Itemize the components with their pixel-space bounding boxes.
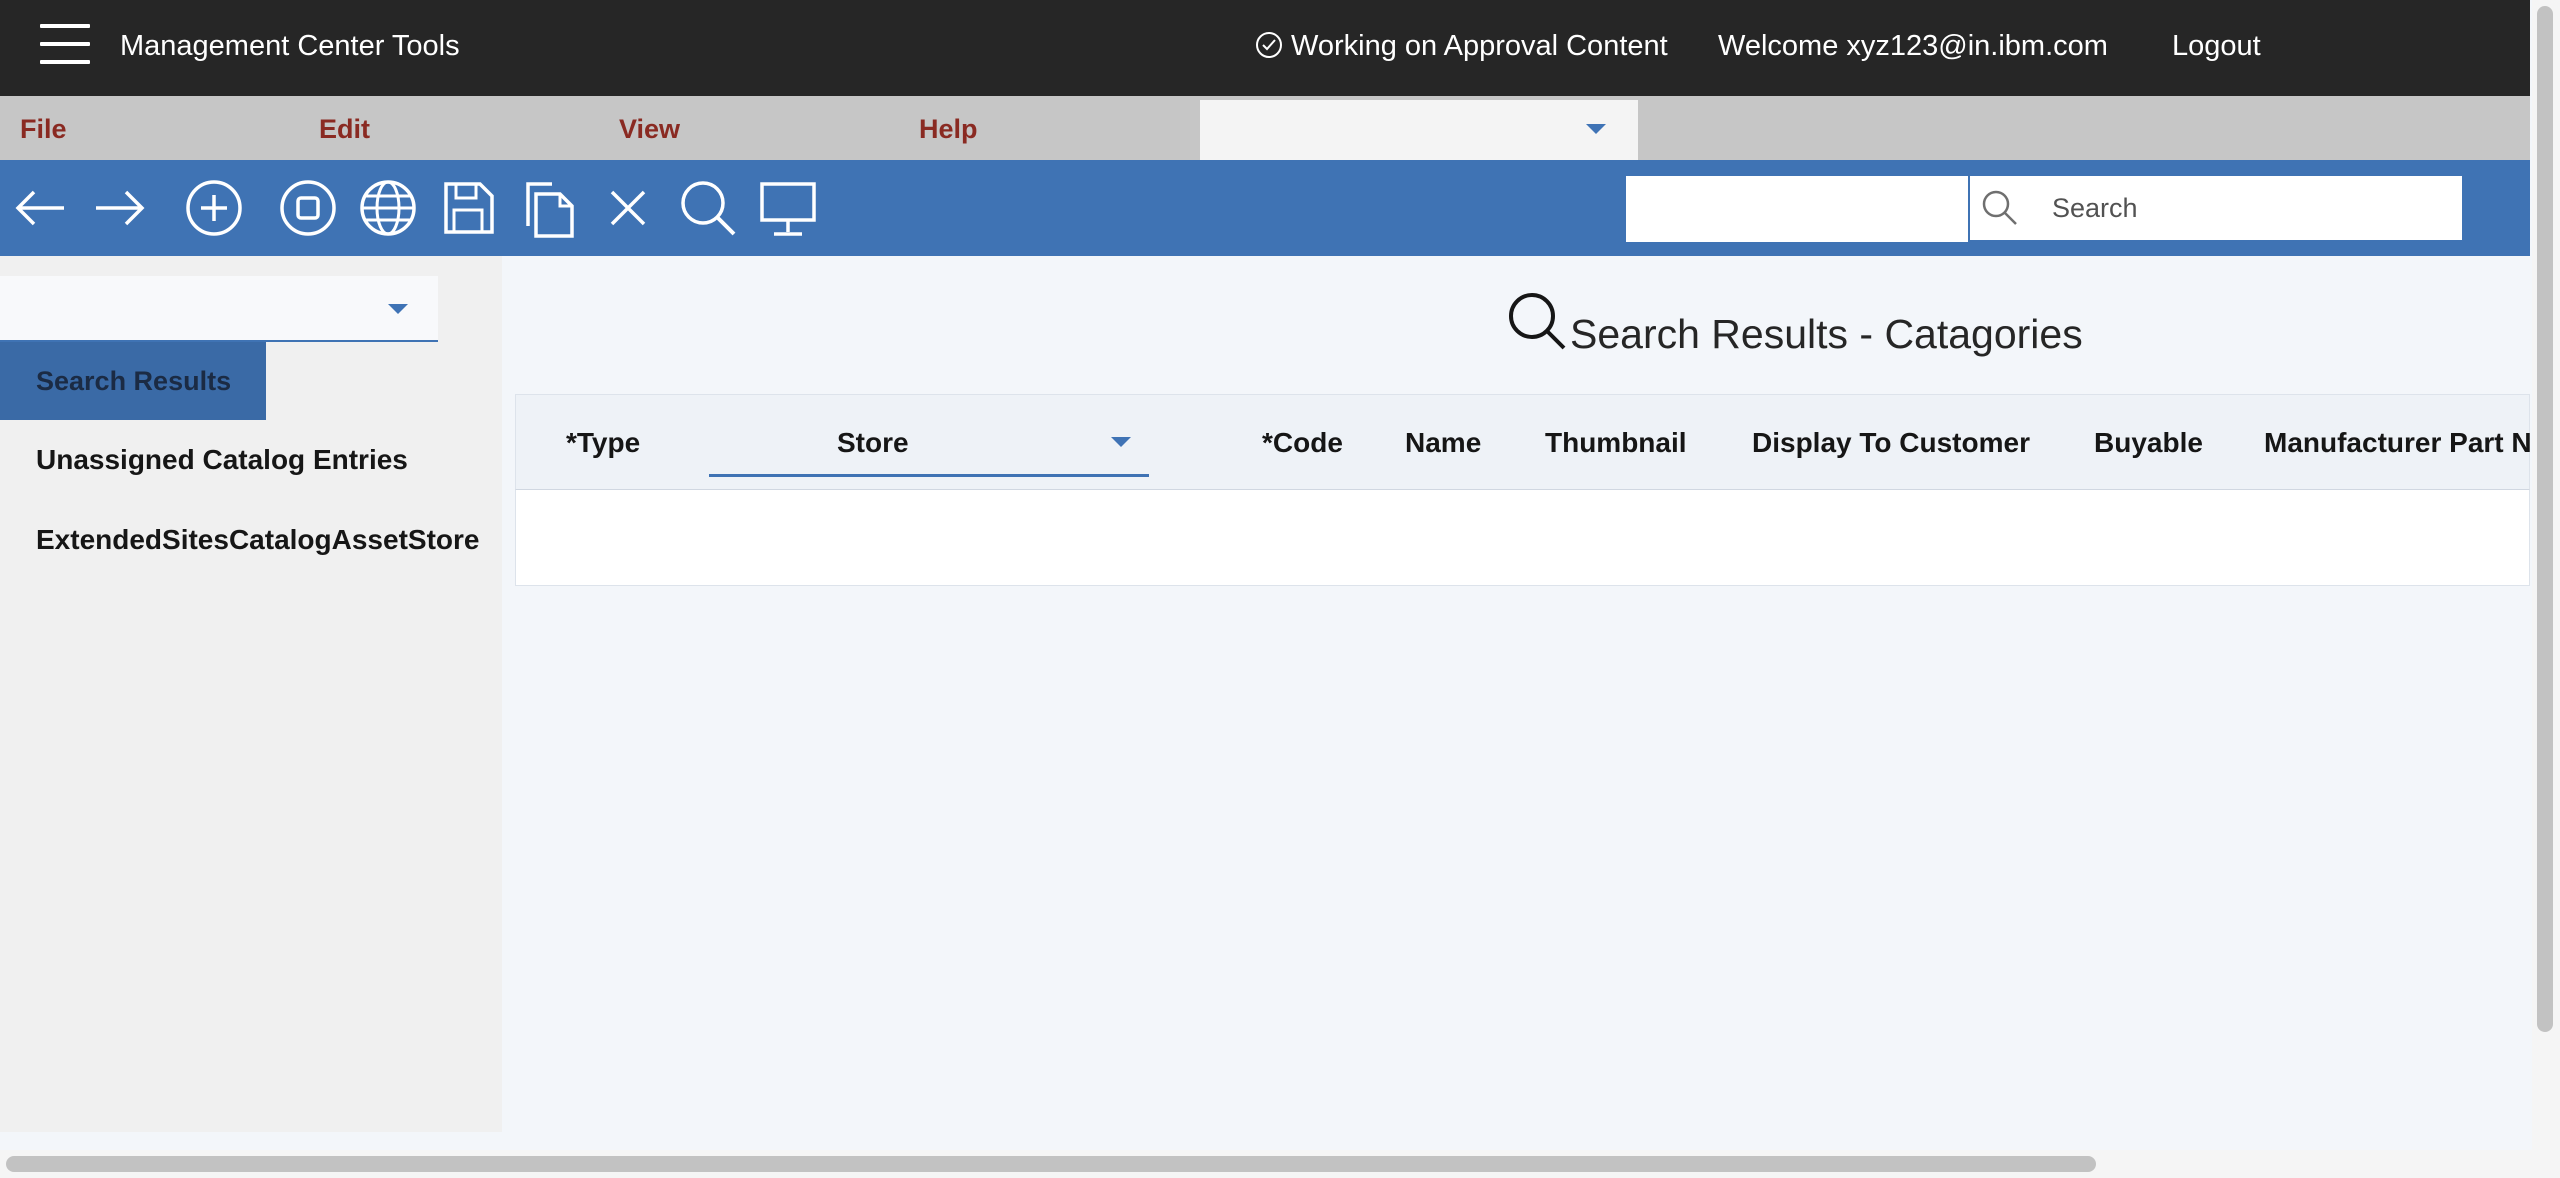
menu-edit[interactable]: Edit xyxy=(319,114,370,145)
forward-icon[interactable] xyxy=(88,176,152,240)
search-placeholder: Search xyxy=(2052,192,2138,223)
page-title-wrap: Search Results - Catagories xyxy=(1506,290,2083,357)
checkmark-circle-icon xyxy=(1256,31,1282,58)
sidebar-tab-search-results[interactable]: Search Results xyxy=(0,342,266,420)
back-icon[interactable] xyxy=(8,176,72,240)
results-table-body xyxy=(515,490,2530,586)
top-header: Management Center Tools Working on Appro… xyxy=(0,0,2530,96)
column-header-display-to-customer[interactable]: Display To Customer xyxy=(1752,427,2030,459)
vertical-scrollbar-thumb[interactable] xyxy=(2537,6,2553,1032)
column-header-thumbnail[interactable]: Thumbnail xyxy=(1545,427,1687,459)
logout-link[interactable]: Logout xyxy=(2172,30,2261,63)
sidebar-select[interactable] xyxy=(0,276,438,342)
hamburger-menu-icon[interactable] xyxy=(40,24,90,66)
search-icon xyxy=(1509,293,1566,350)
toolbar-text-input[interactable] xyxy=(1626,176,1968,242)
column-header-buyable[interactable]: Buyable xyxy=(2094,427,2203,459)
page-title: Search Results - Catagories xyxy=(1570,311,2083,357)
sidebar-item-extended-sites-catalog-asset-store[interactable]: ExtendedSitesCatalogAssetStore xyxy=(36,524,479,556)
column-header-store: Store xyxy=(837,427,909,458)
toolbar: Search xyxy=(0,160,2530,256)
search-input[interactable]: Search xyxy=(1970,176,2462,240)
chevron-down-icon xyxy=(1586,124,1606,134)
store-dropdown[interactable] xyxy=(1200,100,1638,162)
app-title: Management Center Tools xyxy=(120,30,460,62)
preview-monitor-icon[interactable] xyxy=(756,176,820,240)
welcome-text: Welcome xyz123@in.ibm.com xyxy=(1718,30,2108,62)
menu-view[interactable]: View xyxy=(619,114,680,145)
menu-help[interactable]: Help xyxy=(919,114,978,145)
column-header-type[interactable]: *Type xyxy=(566,427,640,459)
status-text: Working on Approval Content xyxy=(1291,30,1668,62)
horizontal-scrollbar-thumb[interactable] xyxy=(6,1156,2096,1172)
menu-file[interactable]: File xyxy=(20,114,67,145)
sidebar-item-unassigned-catalog-entries[interactable]: Unassigned Catalog Entries xyxy=(36,444,408,476)
chevron-down-icon xyxy=(388,304,408,314)
stop-icon[interactable] xyxy=(276,176,340,240)
globe-icon[interactable] xyxy=(356,176,420,240)
copy-icon[interactable] xyxy=(516,176,580,240)
column-header-code[interactable]: *Code xyxy=(1262,427,1343,459)
sidebar: Search Results Unassigned Catalog Entrie… xyxy=(0,256,502,1132)
save-icon[interactable] xyxy=(436,176,500,240)
search-icon[interactable] xyxy=(676,176,740,240)
close-icon[interactable] xyxy=(596,176,660,240)
column-header-manufacturer-part-number[interactable]: Manufacturer Part Nu xyxy=(2264,427,2549,459)
results-table-header: *Type Store *Code Name Thumbnail Display… xyxy=(515,394,2549,490)
chevron-down-icon xyxy=(1111,437,1131,447)
add-icon[interactable] xyxy=(182,176,246,240)
approval-status: Working on Approval Content xyxy=(1253,30,1668,63)
search-icon xyxy=(1982,190,2017,225)
column-header-name[interactable]: Name xyxy=(1405,427,1481,459)
menu-bar: File Edit View Help xyxy=(0,96,2530,162)
store-column-select[interactable]: Store xyxy=(709,395,1149,477)
